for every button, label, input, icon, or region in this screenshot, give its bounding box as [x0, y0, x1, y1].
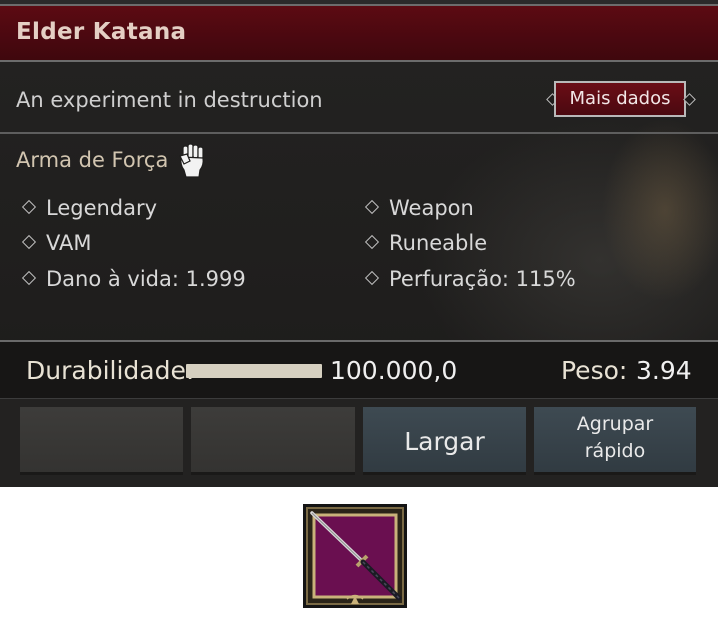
more-data-button[interactable]: Mais dados	[554, 81, 686, 117]
property-weapon: Weapon	[364, 196, 474, 220]
weight-label: Peso:	[561, 356, 628, 385]
quick-group-label-line1: Agrupar	[576, 413, 654, 435]
fist-icon	[179, 143, 204, 178]
property-vam: VAM	[21, 231, 92, 255]
empty-action-slot-2[interactable]	[191, 407, 355, 475]
property-text: Weapon	[389, 196, 474, 220]
durability-label: Durabilidade:	[26, 356, 195, 385]
action-button-row: Largar Agrupar rápido	[0, 398, 718, 487]
drop-button-label: Largar	[404, 427, 485, 456]
item-tooltip-panel: Elder Katana An experiment in destructio…	[0, 0, 718, 487]
quick-group-button[interactable]: Agrupar rápido	[534, 407, 696, 475]
bullet-diamond	[364, 270, 380, 286]
bullet-diamond	[21, 270, 37, 286]
katana-item-icon	[303, 504, 407, 608]
durability-value: 100.000,0	[330, 356, 458, 385]
weight-value: 3.94	[636, 356, 692, 385]
bullet-diamond	[364, 199, 380, 215]
description-row: An experiment in destruction Mais dados	[0, 64, 718, 134]
bullet-diamond	[21, 199, 37, 215]
property-runeable: Runeable	[364, 231, 488, 255]
empty-action-slot-1[interactable]	[20, 407, 183, 475]
stats-bar: Durabilidade: 100.000,0 Peso: 3.94	[0, 340, 718, 398]
property-legendary: Legendary	[21, 196, 158, 220]
property-text: Perfuração: 115%	[389, 267, 576, 291]
bullet-diamond	[364, 234, 380, 250]
property-text: Legendary	[46, 196, 158, 220]
property-text: Runeable	[389, 231, 488, 255]
drop-button[interactable]: Largar	[363, 407, 526, 475]
property-life-damage: Dano à vida: 1.999	[21, 267, 246, 291]
quick-group-label-line2: rápido	[584, 440, 646, 462]
item-description: An experiment in destruction	[16, 88, 323, 112]
property-text: Dano à vida: 1.999	[46, 267, 246, 291]
property-text: VAM	[46, 231, 92, 255]
more-data-button-frame: Mais dados	[546, 80, 696, 120]
property-piercing: Perfuração: 115%	[364, 267, 576, 291]
weapon-type-label: Arma de Força	[16, 148, 169, 172]
bullet-diamond	[21, 234, 37, 250]
item-name: Elder Katana	[16, 19, 187, 45]
title-bar: Elder Katana	[0, 4, 718, 62]
durability-bar	[186, 364, 322, 378]
